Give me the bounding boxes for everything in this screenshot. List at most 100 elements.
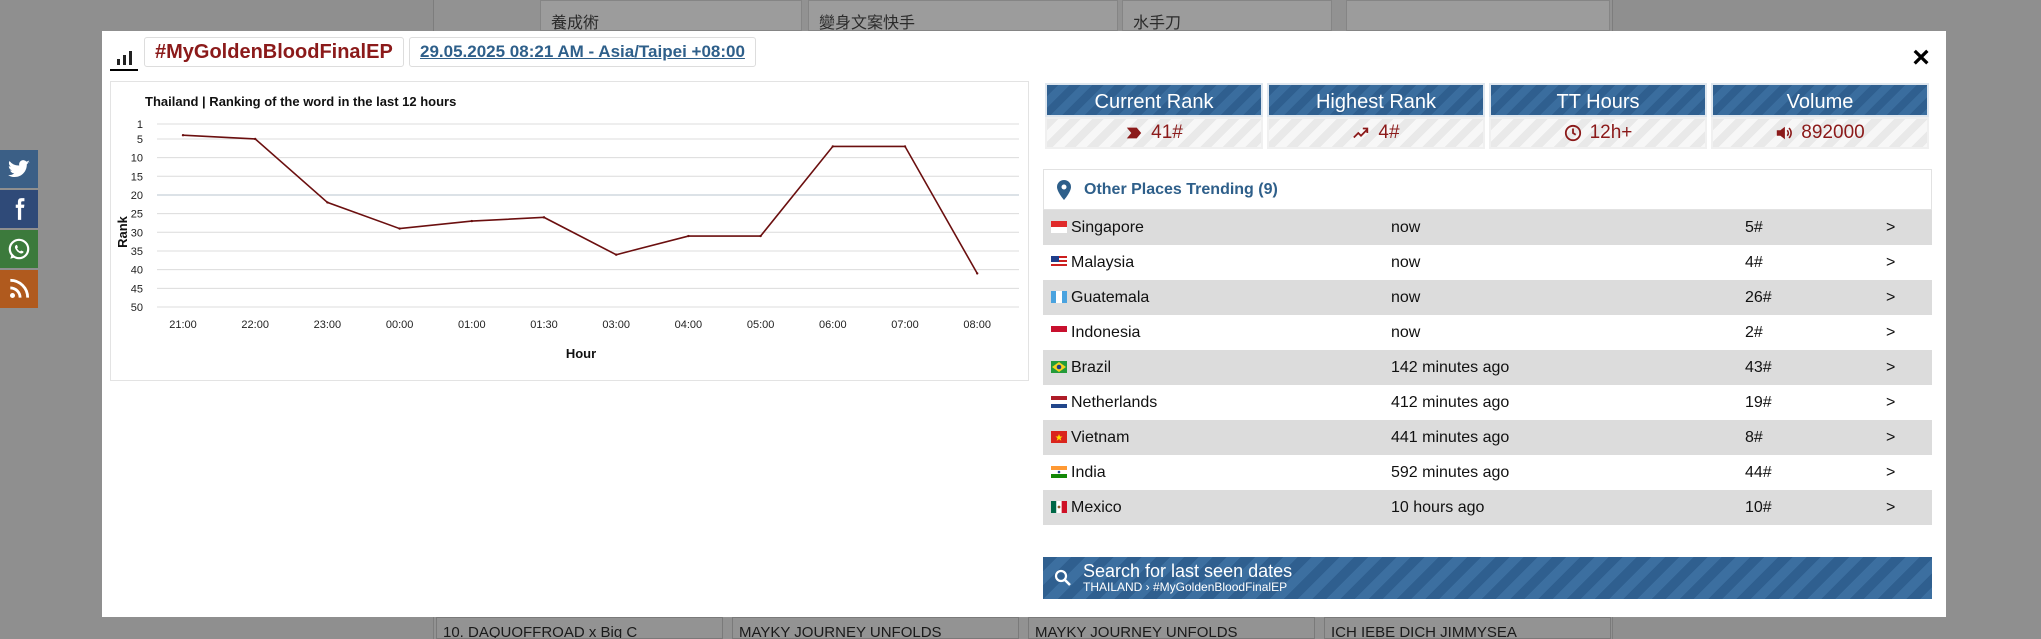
place-row-indonesia[interactable]: Indonesia now 2# > — [1043, 315, 1932, 350]
place-rank: 8# — [1745, 428, 1763, 446]
place-row-malaysia[interactable]: Malaysia now 4# > — [1043, 245, 1932, 280]
place-row-brazil[interactable]: Brazil 142 minutes ago 43# > — [1043, 350, 1932, 385]
place-details-arrow[interactable]: > — [1886, 429, 1895, 447]
background-banner: 養成術 — [540, 0, 802, 31]
place-details-arrow[interactable]: > — [1886, 219, 1895, 237]
chart-x-tick-label: 08:00 — [963, 319, 991, 331]
stat-value: 41# — [1151, 122, 1183, 143]
rank-line-chart: Thailand | Ranking of the word in the la… — [115, 94, 1019, 361]
bar-chart-icon[interactable] — [110, 39, 138, 71]
stat-value: 4# — [1378, 122, 1400, 143]
stat-value: 892000 — [1801, 122, 1865, 143]
chart-y-tick-label: 25 — [131, 209, 143, 221]
chart-data-point[interactable] — [470, 219, 473, 223]
facebook-icon — [15, 198, 25, 220]
search-last-seen-button[interactable]: Search for last seen dates THAILAND › #M… — [1043, 557, 1932, 599]
indonesia-flag-icon — [1051, 326, 1067, 338]
close-button[interactable]: × — [1908, 43, 1934, 73]
background-banner: 變身文案快手 — [808, 0, 1118, 31]
chart-data-point[interactable] — [181, 134, 185, 137]
chart-data-point[interactable] — [759, 234, 762, 238]
chart-data-point[interactable] — [831, 145, 834, 148]
map-pin-icon — [1057, 179, 1071, 200]
brazil-flag-icon — [1051, 361, 1067, 373]
place-time: now — [1391, 218, 1421, 236]
place-details-arrow[interactable]: > — [1886, 324, 1895, 342]
place-row-mexico[interactable]: Mexico 10 hours ago 10# > — [1043, 490, 1932, 525]
chart-data-point[interactable] — [254, 137, 257, 141]
chart-x-tick-label: 23:00 — [314, 319, 342, 331]
trend-detail-modal: × #MyGoldenBloodFinalEP 29.05.2025 08:21… — [102, 31, 1946, 617]
chart-y-tick-label: 45 — [131, 283, 143, 295]
chart-data-point[interactable] — [903, 145, 907, 148]
place-country: Brazil — [1071, 358, 1112, 376]
whatsapp-share-button[interactable] — [0, 230, 38, 268]
place-time: 412 minutes ago — [1391, 393, 1510, 411]
place-details-arrow[interactable]: > — [1886, 464, 1895, 482]
chart-x-tick-label: 21:00 — [169, 319, 197, 331]
chevron-badge-icon — [1126, 127, 1142, 139]
stat-label: Current Rank — [1045, 83, 1263, 117]
background-list-item: MAYKY JOURNEY UNFOLDS — [1028, 617, 1315, 639]
chart-data-point[interactable] — [398, 227, 401, 230]
chart-x-tick-label: 05:00 — [747, 319, 775, 331]
speaker-icon — [1777, 126, 1793, 140]
place-time: now — [1391, 323, 1421, 341]
place-rank: 4# — [1745, 253, 1763, 271]
chart-data-point[interactable] — [326, 201, 329, 204]
place-country: Guatemala — [1071, 288, 1150, 306]
place-rank: 44# — [1745, 463, 1772, 481]
chart-data-point[interactable] — [976, 272, 979, 275]
place-details-arrow[interactable]: > — [1886, 289, 1895, 307]
other-places-panel: Other Places Trending (9) Singapore now 5#… — [1043, 169, 1932, 525]
background-list-item: 10. DAQUOFFROAD x Big C — [436, 617, 723, 639]
place-row-guatemala[interactable]: Guatemala now 26# > — [1043, 280, 1932, 315]
twitter-share-button[interactable] — [0, 150, 38, 188]
current-rank-stat: Current Rank 41# — [1045, 83, 1263, 151]
chart-x-tick-label: 07:00 — [891, 319, 919, 331]
rss-feed-button[interactable] — [0, 270, 38, 308]
place-details-arrow[interactable]: > — [1886, 254, 1895, 272]
facebook-share-button[interactable] — [0, 190, 38, 228]
place-rank: 19# — [1745, 393, 1772, 411]
stat-value: 12h+ — [1589, 122, 1633, 143]
rank-chart: Thailand | Ranking of the word in the la… — [110, 81, 1029, 381]
datetime-link[interactable]: 29.05.2025 08:21 AM - Asia/Taipei +08:00 — [409, 37, 756, 67]
place-row-india[interactable]: India 592 minutes ago 44# > — [1043, 455, 1932, 490]
place-country: Malaysia — [1071, 253, 1135, 271]
chart-data-point[interactable] — [542, 216, 546, 219]
place-details-arrow[interactable]: > — [1886, 359, 1895, 377]
chart-title: Thailand | Ranking of the word in the la… — [145, 94, 456, 109]
place-time: 142 minutes ago — [1391, 358, 1510, 376]
chart-x-tick-label: 06:00 — [819, 319, 847, 331]
place-time: 441 minutes ago — [1391, 428, 1510, 446]
chart-x-tick-label: 01:00 — [458, 319, 486, 331]
chart-y-tick-label: 20 — [131, 190, 143, 202]
place-country: Vietnam — [1071, 428, 1130, 446]
chart-x-axis-label: Hour — [566, 346, 596, 361]
place-details-arrow[interactable]: > — [1886, 394, 1895, 412]
mexico-flag-icon — [1051, 501, 1067, 513]
rss-icon — [10, 278, 30, 298]
chart-y-tick-label: 30 — [131, 227, 143, 239]
other-places-title: Other Places Trending (9) — [1084, 180, 1278, 198]
place-rank: 5# — [1745, 218, 1763, 236]
hashtag-title: #MyGoldenBloodFinalEP — [144, 37, 404, 67]
place-row-netherlands[interactable]: Netherlands 412 minutes ago 19# > — [1043, 385, 1932, 420]
chart-data-point[interactable] — [687, 234, 690, 238]
highest-rank-stat: Highest Rank 4# — [1267, 83, 1485, 151]
netherlands-flag-icon — [1051, 396, 1067, 408]
stat-label: Volume — [1711, 83, 1929, 117]
trend-up-icon — [1353, 127, 1369, 139]
place-time: now — [1391, 288, 1421, 306]
chart-y-tick-label: 5 — [137, 134, 143, 146]
whatsapp-icon — [8, 238, 30, 260]
place-rank: 10# — [1745, 498, 1772, 516]
chart-data-point[interactable] — [615, 253, 618, 256]
place-row-singapore[interactable]: Singapore now 5# > — [1043, 210, 1932, 245]
search-breadcrumb: THAILAND › #MyGoldenBloodFinalEP — [1083, 580, 1288, 594]
volume-stat: Volume 892000 — [1711, 83, 1929, 151]
place-rank: 43# — [1745, 358, 1772, 376]
place-details-arrow[interactable]: > — [1886, 499, 1895, 517]
place-row-vietnam[interactable]: Vietnam 441 minutes ago 8# > — [1043, 420, 1932, 455]
